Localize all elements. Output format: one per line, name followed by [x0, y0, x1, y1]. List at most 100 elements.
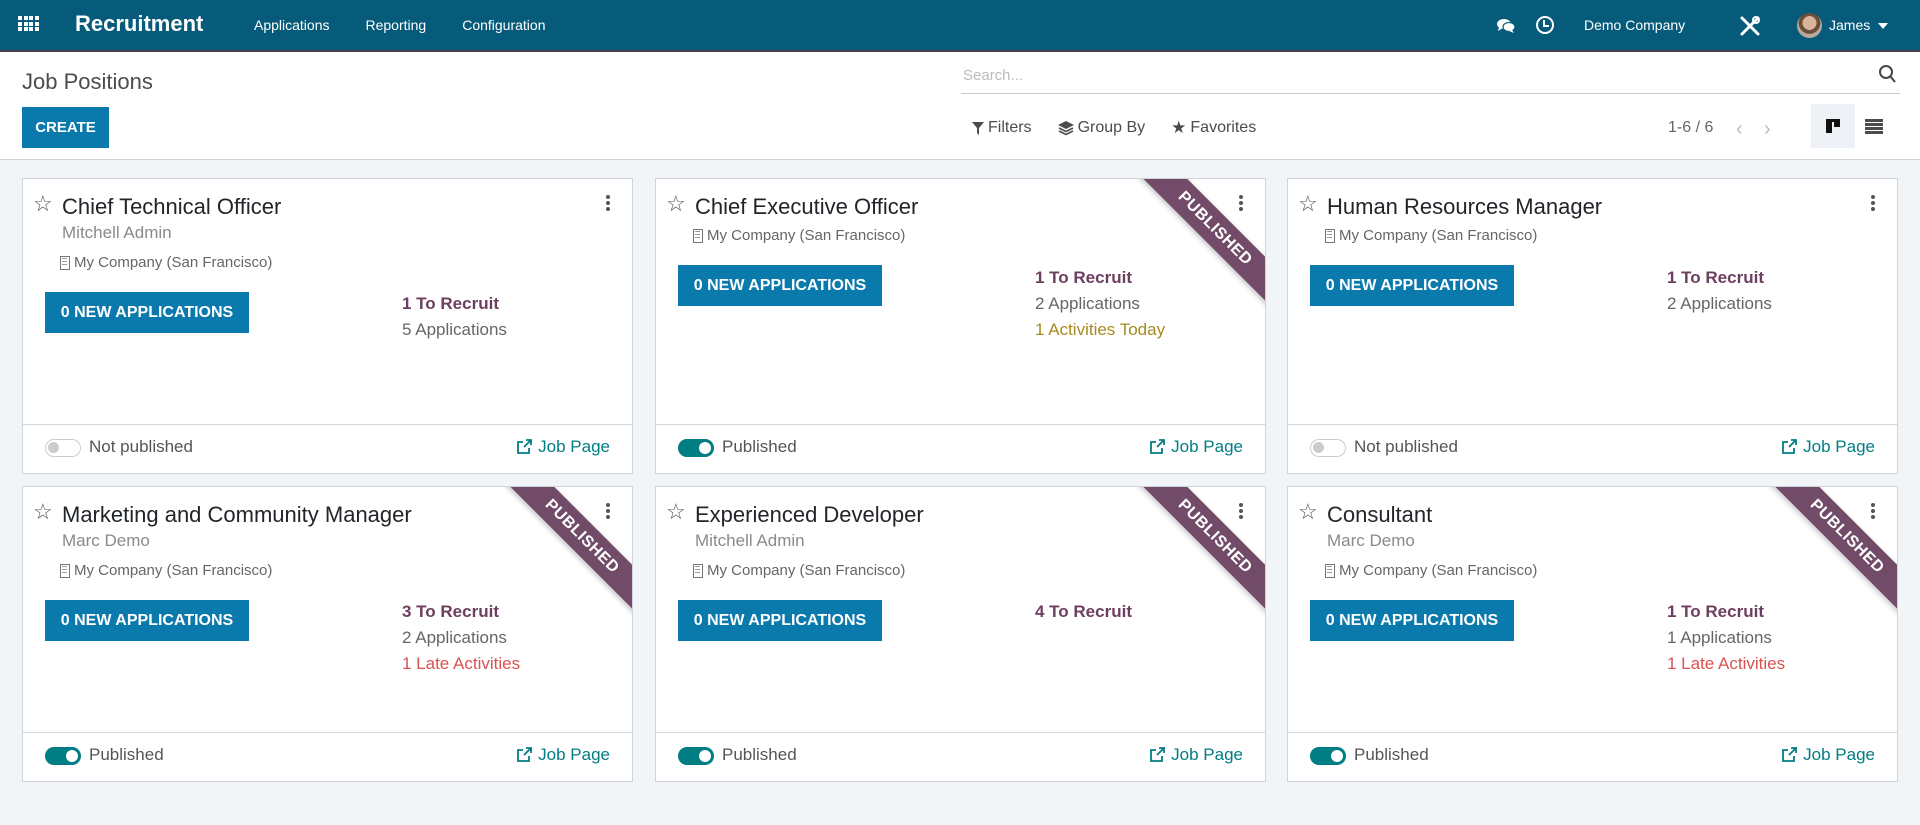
card-footer: Published Job Page	[23, 732, 632, 781]
job-page-link[interactable]: Job Page	[1781, 437, 1875, 457]
dropdown-menu-icon[interactable]	[1239, 503, 1243, 519]
job-title[interactable]: Marketing and Community Manager	[62, 502, 412, 528]
chevron-right-icon[interactable]: ›	[1764, 118, 1771, 141]
company-text: My Company (San Francisco)	[707, 562, 906, 579]
applications-link[interactable]: 5 Applications	[402, 317, 507, 343]
new-applications-button[interactable]: 0 NEW APPLICATIONS	[678, 600, 882, 641]
publish-toggle[interactable]	[678, 747, 714, 765]
control-panel: Job Positions CREATE Filters Group By ★ …	[0, 52, 1920, 160]
job-title[interactable]: Chief Technical Officer	[62, 194, 281, 220]
star-icon[interactable]: ☆	[33, 193, 53, 215]
job-page-link[interactable]: Job Page	[1149, 437, 1243, 457]
job-page-link[interactable]: Job Page	[1149, 745, 1243, 765]
star-icon[interactable]: ☆	[33, 501, 53, 523]
publish-toggle[interactable]	[678, 439, 714, 457]
menu-reporting[interactable]: Reporting	[366, 17, 427, 33]
star-icon[interactable]: ☆	[1298, 193, 1318, 215]
user-avatar[interactable]	[1797, 13, 1822, 38]
pager-value[interactable]: 1-6 / 6	[1668, 119, 1713, 137]
menu-applications[interactable]: Applications	[254, 17, 330, 33]
filters-dropdown[interactable]: Filters	[972, 118, 1032, 138]
favorites-dropdown[interactable]: ★ Favorites	[1171, 118, 1256, 138]
to-recruit-link[interactable]: 1 To Recruit	[402, 291, 507, 317]
job-title[interactable]: Consultant	[1327, 502, 1432, 528]
activities-link[interactable]: 1 Activities Today	[1035, 317, 1165, 343]
publish-status-label: Published	[722, 437, 797, 456]
user-menu[interactable]: James	[1829, 17, 1870, 33]
dropdown-menu-icon[interactable]	[1871, 503, 1875, 519]
new-applications-button[interactable]: 0 NEW APPLICATIONS	[45, 292, 249, 333]
publish-toggle[interactable]	[1310, 439, 1346, 457]
company-text: My Company (San Francisco)	[1339, 227, 1538, 244]
applications-link[interactable]: 1 Applications	[1667, 625, 1785, 651]
job-card[interactable]: PUBLISHED ☆ Marketing and Community Mana…	[22, 486, 633, 782]
job-stats: 4 To Recruit	[1035, 599, 1132, 625]
dropdown-menu-icon[interactable]	[1239, 195, 1243, 211]
search-icon[interactable]	[1878, 64, 1896, 84]
job-card[interactable]: ☆ Chief Technical Officer Mitchell Admin…	[22, 178, 633, 474]
filter-icon	[972, 121, 984, 135]
search-bar	[961, 61, 1900, 94]
app-brand[interactable]: Recruitment	[75, 11, 203, 37]
chevron-left-icon[interactable]: ‹	[1736, 118, 1743, 141]
kanban-view-button[interactable]	[1811, 104, 1855, 148]
to-recruit-link[interactable]: 1 To Recruit	[1667, 265, 1772, 291]
company-switcher[interactable]: Demo Company	[1584, 17, 1685, 33]
job-page-label: Job Page	[1171, 745, 1243, 764]
ribbon-label: PUBLISHED	[1767, 487, 1897, 617]
filters-label: Filters	[988, 119, 1032, 136]
job-title[interactable]: Chief Executive Officer	[695, 194, 918, 220]
activities-link[interactable]: 1 Late Activities	[402, 651, 520, 677]
building-icon	[693, 228, 703, 243]
job-title[interactable]: Human Resources Manager	[1327, 194, 1602, 220]
dropdown-menu-icon[interactable]	[606, 503, 610, 519]
job-title[interactable]: Experienced Developer	[695, 502, 924, 528]
group-by-label: Group By	[1077, 119, 1146, 136]
job-card[interactable]: ☆ Human Resources Manager My Company (Sa…	[1287, 178, 1898, 474]
job-page-link[interactable]: Job Page	[516, 745, 610, 765]
star-icon[interactable]: ☆	[666, 501, 686, 523]
star-icon[interactable]: ☆	[666, 193, 686, 215]
publish-toggle[interactable]	[45, 439, 81, 457]
group-by-dropdown[interactable]: Group By	[1057, 118, 1146, 138]
publish-status-label: Not published	[89, 437, 193, 456]
published-ribbon: PUBLISHED	[1135, 487, 1265, 617]
applications-link[interactable]: 2 Applications	[1667, 291, 1772, 317]
main-menu: Applications Reporting Configuration	[254, 17, 581, 33]
job-card[interactable]: PUBLISHED ☆ Chief Executive Officer My C…	[655, 178, 1266, 474]
create-button[interactable]: CREATE	[22, 107, 109, 148]
list-view-button[interactable]	[1865, 119, 1883, 134]
new-applications-button[interactable]: 0 NEW APPLICATIONS	[678, 265, 882, 306]
job-page-link[interactable]: Job Page	[1781, 745, 1875, 765]
caret-down-icon[interactable]	[1878, 23, 1888, 29]
published-ribbon: PUBLISHED	[502, 487, 632, 617]
apps-grid-icon[interactable]	[18, 16, 39, 34]
tools-icon[interactable]	[1738, 14, 1762, 38]
company-text: My Company (San Francisco)	[1339, 562, 1538, 579]
applications-link[interactable]: 2 Applications	[402, 625, 520, 651]
publish-toggle[interactable]	[45, 747, 81, 765]
ribbon-label: PUBLISHED	[502, 487, 632, 617]
external-link-icon	[1782, 747, 1798, 762]
activities-link[interactable]: 1 Late Activities	[1667, 651, 1785, 677]
building-icon	[693, 563, 703, 578]
dropdown-menu-icon[interactable]	[606, 195, 610, 211]
chat-icon[interactable]	[1496, 17, 1516, 35]
job-page-link[interactable]: Job Page	[516, 437, 610, 457]
clock-icon[interactable]	[1536, 16, 1554, 34]
job-card[interactable]: PUBLISHED ☆ Consultant Marc Demo My Comp…	[1287, 486, 1898, 782]
new-applications-button[interactable]: 0 NEW APPLICATIONS	[1310, 265, 1514, 306]
job-card[interactable]: PUBLISHED ☆ Experienced Developer Mitche…	[655, 486, 1266, 782]
publish-status-label: Not published	[1354, 437, 1458, 456]
publish-toggle[interactable]	[1310, 747, 1346, 765]
new-applications-button[interactable]: 0 NEW APPLICATIONS	[1310, 600, 1514, 641]
dropdown-menu-icon[interactable]	[1871, 195, 1875, 211]
to-recruit-link[interactable]: 4 To Recruit	[1035, 599, 1132, 625]
building-icon	[1325, 563, 1335, 578]
search-input[interactable]	[963, 67, 1843, 84]
menu-configuration[interactable]: Configuration	[462, 17, 545, 33]
star-icon[interactable]: ☆	[1298, 501, 1318, 523]
company-text: My Company (San Francisco)	[707, 227, 906, 244]
new-applications-button[interactable]: 0 NEW APPLICATIONS	[45, 600, 249, 641]
card-footer: Published Job Page	[1288, 732, 1897, 781]
